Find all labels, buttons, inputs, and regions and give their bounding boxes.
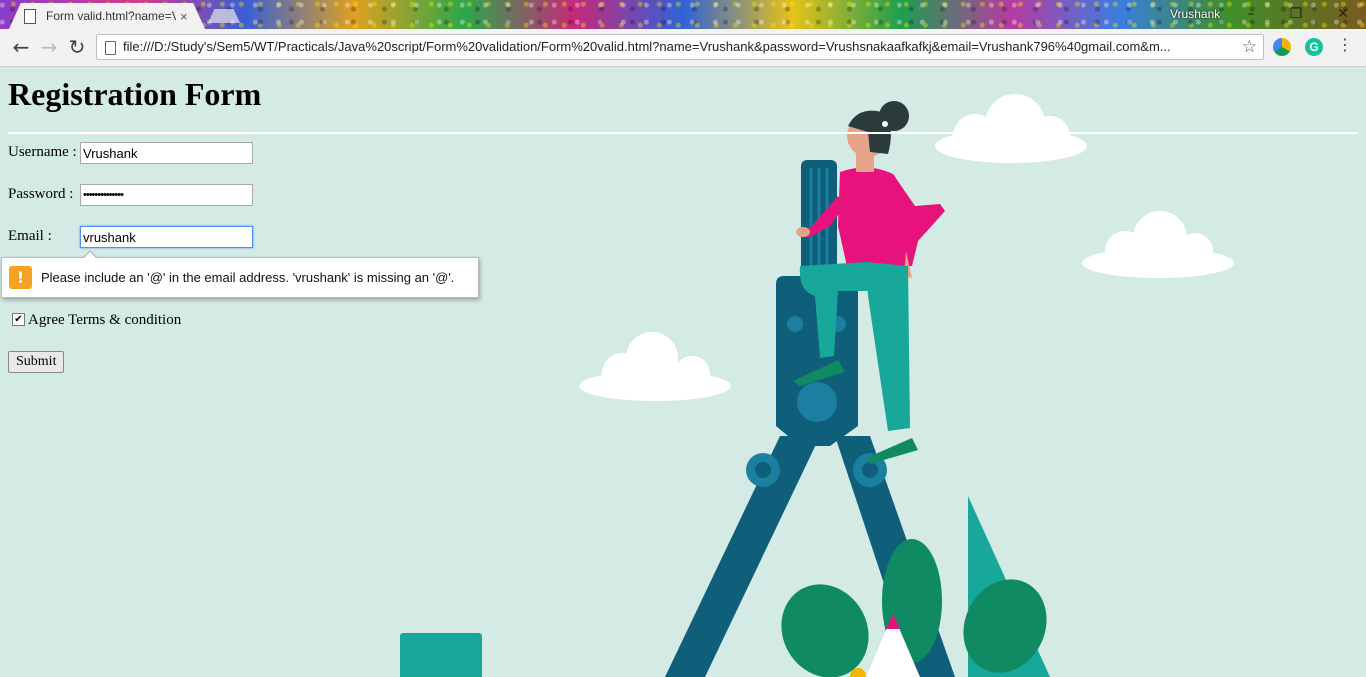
email-input[interactable] — [80, 226, 253, 248]
profile-name[interactable]: Vrushank — [1170, 7, 1220, 21]
window-title-bar: Form valid.html?name=V × Vrushank – ❐ ✕ — [0, 0, 1366, 29]
star-icon[interactable]: ☆ — [1242, 37, 1257, 57]
drive-extension-icon[interactable] — [1273, 38, 1291, 56]
horizontal-divider — [8, 132, 1358, 134]
maximize-icon[interactable]: ❐ — [1283, 4, 1309, 24]
browser-tab[interactable]: Form valid.html?name=V × — [9, 3, 205, 29]
back-arrow-icon[interactable]: ← — [8, 35, 34, 59]
cloud — [1177, 233, 1213, 269]
submit-button[interactable]: Submit — [8, 351, 65, 373]
cloud — [674, 356, 710, 392]
url-text[interactable]: file:///D:/Study's/Sem5/WT/Practicals/Ja… — [123, 39, 1233, 54]
teal-block — [400, 633, 482, 677]
tab-title: Form valid.html?name=V — [46, 9, 176, 23]
page-content: Registration Form Username : Password : … — [0, 66, 1366, 677]
browser-toolbar: ← → ↻ file:///D:/Study's/Sem5/WT/Practic… — [0, 29, 1366, 67]
close-icon[interactable]: ✕ — [1330, 4, 1356, 24]
warning-icon: ! — [9, 266, 32, 289]
address-bar[interactable]: file:///D:/Study's/Sem5/WT/Practicals/Ja… — [96, 34, 1264, 60]
email-label: Email : — [8, 228, 52, 244]
reload-icon[interactable]: ↻ — [64, 35, 90, 59]
hand — [796, 227, 810, 237]
page-icon — [105, 41, 116, 55]
username-label: Username : — [8, 144, 77, 160]
pink-shirt — [838, 167, 945, 271]
validation-tooltip: ! Please include an '@' in the email add… — [1, 250, 479, 298]
page-title: Registration Form — [8, 76, 262, 112]
close-tab-icon[interactable]: × — [180, 9, 188, 24]
plant — [781, 539, 1047, 677]
password-label: Password : — [8, 186, 74, 202]
menu-dots-icon[interactable]: ⋮ — [1332, 35, 1358, 59]
forward-arrow-icon[interactable]: → — [36, 35, 62, 59]
grammarly-icon[interactable]: G — [1305, 38, 1323, 56]
cloud — [1030, 116, 1070, 156]
agree-checkbox[interactable]: ✔ — [12, 313, 25, 326]
validation-message: Please include an '@' in the email addre… — [41, 270, 455, 285]
cloud — [626, 332, 678, 384]
password-input[interactable] — [80, 184, 253, 206]
wallpaper-pattern — [0, 0, 1366, 29]
page-icon — [24, 8, 36, 24]
minimize-icon[interactable]: – — [1238, 4, 1264, 24]
registration-form: Registration Form — [8, 66, 608, 120]
username-input[interactable] — [80, 142, 253, 164]
agree-label: Agree Terms & condition — [28, 312, 182, 328]
